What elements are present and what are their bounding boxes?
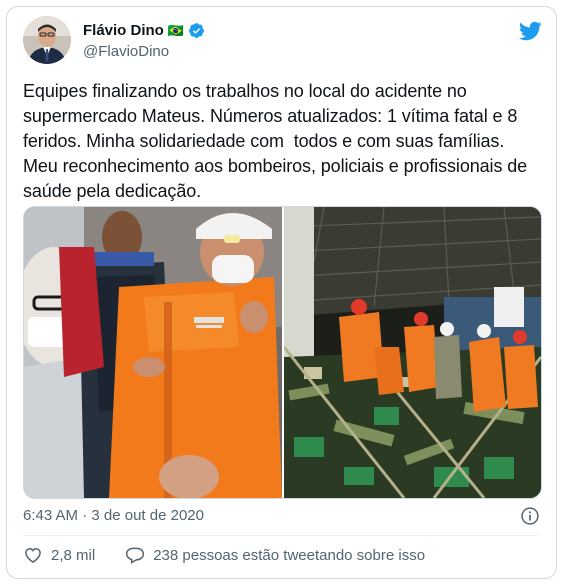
- actions-divider: [23, 535, 540, 536]
- media-photo-left[interactable]: [24, 207, 282, 498]
- like-count: 2,8 mil: [51, 546, 96, 564]
- speech-bubble-icon: [126, 547, 145, 564]
- tweet-actions-bar: 2,8 mil 238 pessoas estão tweetando sobr…: [23, 545, 425, 565]
- author-display-name[interactable]: Flávio Dino: [83, 22, 164, 39]
- info-icon[interactable]: [520, 506, 540, 526]
- twitter-bird-icon[interactable]: [518, 19, 542, 43]
- tweet-timestamp[interactable]: 6:43 AM · 3 de out de 2020: [23, 507, 204, 524]
- media-photo-right[interactable]: [284, 207, 541, 498]
- avatar-image: [23, 16, 71, 64]
- conversation-label: 238 pessoas estão tweetando sobre isso: [153, 546, 426, 564]
- photo-collapse-rescue-scene: [284, 207, 541, 498]
- conversation-button[interactable]: 238 pessoas estão tweetando sobre isso: [125, 545, 425, 565]
- author-avatar[interactable]: [23, 16, 71, 64]
- tweet-media-grid[interactable]: [23, 206, 542, 499]
- heart-icon: [25, 547, 41, 563]
- like-button[interactable]: 2,8 mil: [23, 545, 95, 565]
- author-handle[interactable]: @FlavioDino: [83, 43, 169, 60]
- tweet-card[interactable]: Flávio Dino 🇧🇷 @FlavioDino Equipes final…: [6, 6, 557, 579]
- photo-firefighter-closeup: [24, 207, 282, 498]
- brazil-flag-icon: 🇧🇷: [167, 22, 185, 38]
- author-name-row[interactable]: Flávio Dino 🇧🇷: [83, 22, 205, 39]
- tweet-text: Equipes finalizando os trabalhos no loca…: [23, 81, 532, 201]
- verified-badge-icon: [189, 23, 204, 38]
